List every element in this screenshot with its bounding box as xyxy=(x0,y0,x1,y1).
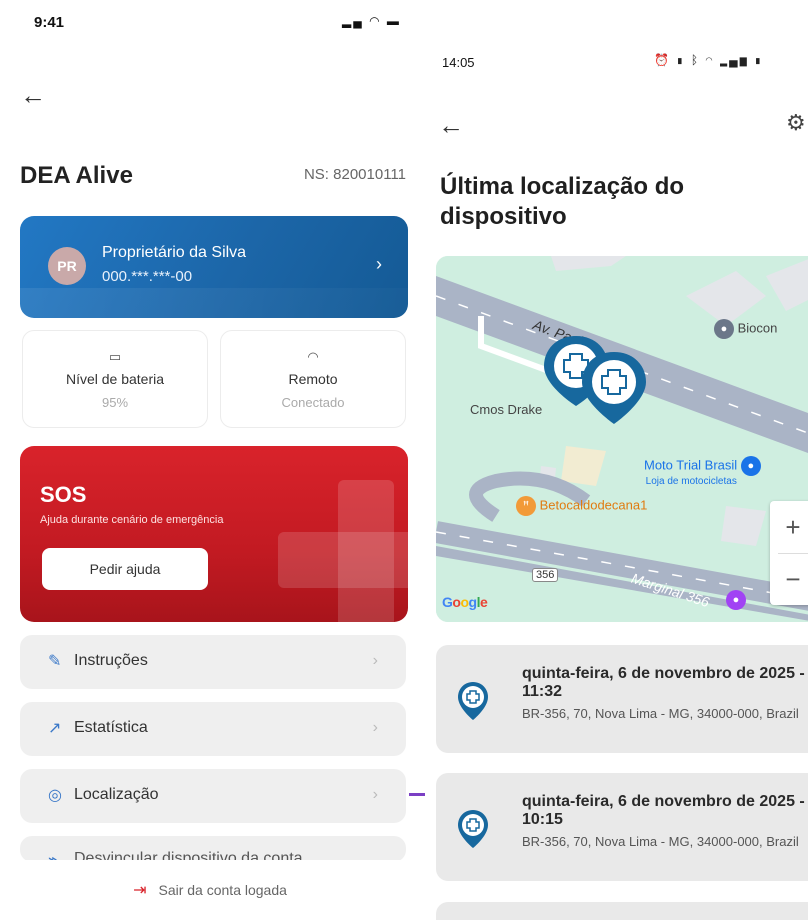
menu-item-label: Localização xyxy=(74,786,159,803)
place-biocon[interactable]: ● Biocon xyxy=(714,319,777,339)
wifi-icon: ◠ xyxy=(369,14,382,28)
location-history-item[interactable] xyxy=(436,902,808,920)
connector-marker xyxy=(409,793,425,796)
gear-icon[interactable]: ⚙ xyxy=(786,110,806,136)
owner-name: Proprietário da Silva xyxy=(102,244,247,261)
google-logo: Google xyxy=(442,594,488,610)
battery-value: 95% xyxy=(101,395,129,410)
medical-cross-icon-bar xyxy=(278,532,408,588)
battery-icon: ▭ xyxy=(108,349,122,364)
location-pin-icon xyxy=(458,682,488,720)
back-arrow-icon[interactable]: ← xyxy=(438,112,464,138)
store-icon: ● xyxy=(714,319,734,339)
zoom-controls: + − xyxy=(770,501,808,605)
bluetooth-icon: ᛒ xyxy=(690,53,701,67)
location-address: BR-356, 70, Nova Lima - MG, 34000-000, B… xyxy=(522,834,799,849)
location-history-item[interactable]: quinta-feira, 6 de novembro de 2025 - 10… xyxy=(436,773,808,881)
edit-icon: ✎ xyxy=(48,653,62,670)
location-screen: 14:05 ⏰ ▮ ᛒ ◠ ▂▄▆ ▮ ← ⚙ Última localizaç… xyxy=(428,0,808,920)
device-map-pins[interactable] xyxy=(536,326,656,436)
chevron-right-icon: › xyxy=(372,719,378,736)
wifi-icon: ◠ xyxy=(705,53,715,67)
status-icons: ▂▄ ◠ ▬ xyxy=(342,14,401,28)
battery-card: ▭ Nível de bateria 95% xyxy=(22,330,208,428)
location-pin-icon[interactable] xyxy=(582,352,646,424)
sos-subtitle: Ajuda durante cenário de emergência xyxy=(40,514,224,526)
sos-title: SOS xyxy=(40,482,87,507)
zoom-in-button[interactable]: + xyxy=(770,501,808,553)
chevron-right-icon: › xyxy=(376,254,382,274)
map-view[interactable]: Av. Paulo Marginal 356 356 ● Biocon Cmos… xyxy=(436,256,808,622)
menu-item-label: Estatística xyxy=(74,719,148,736)
zoom-out-button[interactable]: − xyxy=(770,553,808,605)
status-time: 9:41 xyxy=(34,14,65,31)
menu-item-location[interactable]: ◎ Localização › xyxy=(20,769,406,823)
page-title: DEA Alive xyxy=(20,162,133,189)
trend-icon: ↗ xyxy=(48,720,62,737)
restaurant-icon: ꟸ xyxy=(516,496,536,516)
battery-icon: ▮ xyxy=(754,53,764,67)
sos-card: SOS Ajuda durante cenário de emergência … xyxy=(20,446,408,622)
menu-item-label: Instruções xyxy=(74,652,148,669)
owner-document: 000.***.***-00 xyxy=(102,268,193,285)
location-date: quinta-feira, 6 de novembro de 2025 - 10… xyxy=(522,793,805,828)
place-betocaldodecana[interactable]: ꟸ Betocaldodecana1 xyxy=(516,496,647,516)
alarm-icon: ⏰ xyxy=(654,53,671,67)
request-help-button[interactable]: Pedir ajuda xyxy=(42,548,208,590)
logout-button[interactable]: ⇥ Sair da conta logada xyxy=(0,880,420,900)
place-moto-trial[interactable]: Moto Trial Brasil ● Loja de motocicletas xyxy=(644,456,761,487)
location-history-item[interactable]: quinta-feira, 6 de novembro de 2025 - 11… xyxy=(436,645,808,753)
status-time: 14:05 xyxy=(442,55,475,70)
shopping-bag-icon[interactable]: ● xyxy=(726,590,746,610)
location-date: quinta-feira, 6 de novembro de 2025 - 11… xyxy=(522,665,805,700)
chevron-right-icon: › xyxy=(372,786,378,803)
location-pin-icon: ◎ xyxy=(48,787,62,804)
battery-icon: ▬ xyxy=(386,14,401,28)
logout-icon: ⇥ xyxy=(133,882,147,899)
back-arrow-icon[interactable]: ← xyxy=(20,82,46,108)
remote-card: ◠ Remoto Conectado xyxy=(220,330,406,428)
serial-number: NS: 820010111 xyxy=(303,166,406,183)
home-screen: 9:41 ▂▄ ◠ ▬ ← DEA Alive NS: 820010111 PR… xyxy=(0,0,420,920)
owner-card[interactable]: PR Proprietário da Silva 000.***.***-00 … xyxy=(20,216,408,318)
location-address: BR-356, 70, Nova Lima - MG, 34000-000, B… xyxy=(522,706,799,721)
place-name: Biocon xyxy=(737,320,778,336)
location-pin-icon xyxy=(458,810,488,848)
shopping-bag-icon: ● xyxy=(740,456,761,476)
chevron-right-icon: › xyxy=(372,652,378,669)
signal-icon: ▂▄ xyxy=(342,14,364,28)
wifi-icon: ◠ xyxy=(307,349,319,364)
avatar: PR xyxy=(48,247,86,285)
signal-icon: ▂▄▆ xyxy=(719,53,749,67)
card-decoration xyxy=(20,288,408,318)
menu-item-unlink-device[interactable]: ⌁ Desvincular dispositivo da conta xyxy=(20,836,406,862)
menu-item-instructions[interactable]: ✎ Instruções › xyxy=(20,635,406,689)
menu-item-statistics[interactable]: ↗ Estatística › xyxy=(20,702,406,756)
page-title: Última localização do dispositivo xyxy=(440,173,685,230)
remote-value: Conectado xyxy=(281,395,345,410)
map-base xyxy=(436,256,808,622)
vibrate-icon: ▮ xyxy=(676,53,686,67)
status-icons: ⏰ ▮ ᛒ ◠ ▂▄▆ ▮ xyxy=(654,53,763,67)
place-name: Cmos Drake xyxy=(470,402,543,417)
battery-label: Nível de bateria xyxy=(65,371,165,387)
place-name: Betocaldodecana1 xyxy=(539,497,648,513)
remote-label: Remoto xyxy=(288,371,338,387)
route-badge: 356 xyxy=(532,568,559,582)
logout-label: Sair da conta logada xyxy=(158,882,287,898)
place-name: Moto Trial Brasil xyxy=(644,457,738,473)
place-subtitle: Loja de motocicletas xyxy=(645,476,737,487)
place-cmos-drake[interactable]: Cmos Drake xyxy=(470,402,542,417)
